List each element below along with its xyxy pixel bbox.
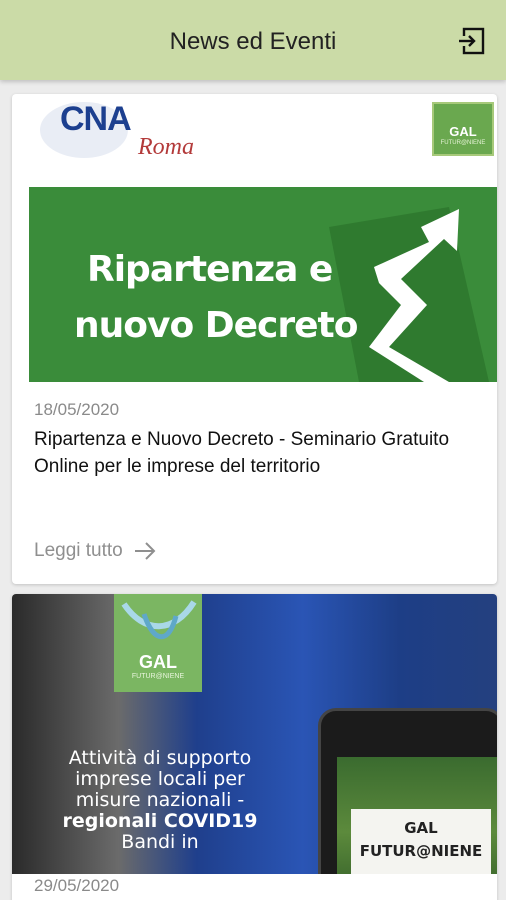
cna-roma-logo: CNA Roma [34,94,194,174]
arrow-right-icon [134,542,156,560]
gal-logo-text: GAL [139,652,177,672]
promo-text: Attività di supporto imprese locali per … [50,748,270,853]
phone-mockup: GAL FUTUR@NIENE [318,708,497,874]
read-more-link[interactable]: Leggi tutto [34,538,157,564]
phone-screen: GAL FUTUR@NIENE [337,757,497,874]
read-more-label: Leggi tutto [34,540,123,561]
card-logos: CNA Roma GAL FUTUR@NIENE [12,94,497,186]
promo-line-5: Bandi in [121,831,199,853]
cna-logo-city: Roma [138,134,194,160]
gal-logo-subtext: FUTUR@NIENE [131,673,185,680]
promo-line-1: Attività di supporto [68,747,252,769]
promo-line-3: misure nazionali - [75,789,245,811]
phone-text-line-2: FUTUR@NIENE [359,842,483,860]
logout-icon[interactable] [456,26,486,56]
news-feed[interactable]: CNA Roma GAL FUTUR@NIENE Ripartenza e nu… [0,80,506,900]
promo-line-2: imprese locali per [75,768,245,790]
phone-text-line-1: GAL [404,819,438,837]
gal-logo-text: GAL [449,124,477,139]
promo-line-4: regionali COVID19 [62,810,258,832]
cna-logo-text: CNA [60,100,132,138]
news-image[interactable]: Ripartenza e nuovo Decreto [29,187,497,382]
news-date: 29/05/2020 [34,876,120,895]
news-card[interactable]: CNA Roma GAL FUTUR@NIENE Ripartenza e nu… [12,94,497,584]
page-title: News ed Eventi [169,28,337,55]
news-title[interactable]: Ripartenza e Nuovo Decreto - Seminario G… [34,426,474,480]
phone-text-box: GAL FUTUR@NIENE [351,809,491,874]
gal-logo: GAL FUTUR@NIENE [432,102,494,156]
banner-line-1: Ripartenza e [87,249,333,290]
app-bar: News ed Eventi [0,0,506,80]
news-date: 18/05/2020 [34,400,120,419]
news-card[interactable]: GAL FUTUR@NIENE Attività di supporto imp… [12,594,497,900]
banner-line-2: nuovo Decreto [74,305,358,346]
gal-logo-subtext: FUTUR@NIENE [440,140,486,146]
gal-logo: GAL FUTUR@NIENE [114,594,202,692]
news-image[interactable]: GAL FUTUR@NIENE Attività di supporto imp… [12,594,497,874]
